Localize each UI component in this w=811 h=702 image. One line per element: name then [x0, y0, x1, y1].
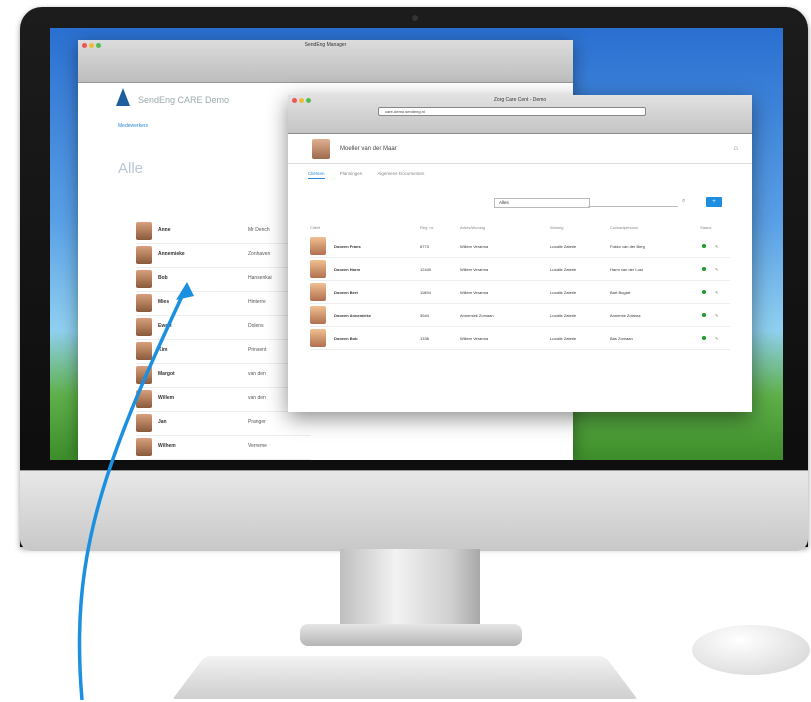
desktop-scene: SendEng Manager SendEng CARE Demo Medewe… [0, 0, 811, 702]
annotation-arrow [77, 282, 194, 701]
arrow-head [176, 282, 194, 300]
mouse [692, 625, 810, 675]
arrow-line [77, 289, 187, 701]
keyboard [172, 656, 638, 700]
